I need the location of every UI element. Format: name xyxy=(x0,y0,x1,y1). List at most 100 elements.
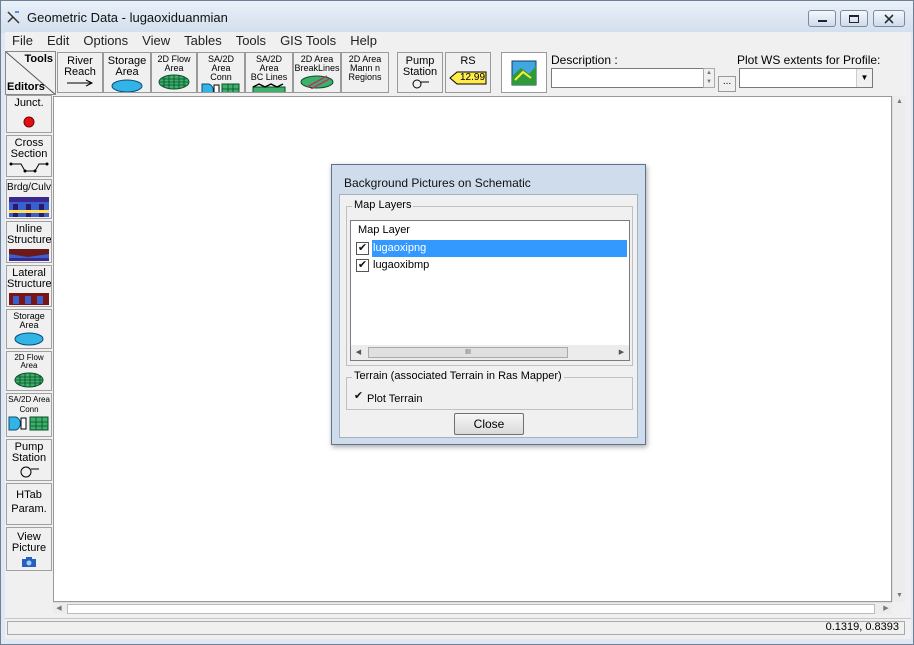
menu-help[interactable]: Help xyxy=(343,32,384,50)
chevron-down-icon[interactable]: ▼ xyxy=(856,69,872,87)
pump-station-button[interactable]: Pump Station xyxy=(397,52,443,93)
bridge-label: Brdg/Culv xyxy=(7,182,51,193)
breaklines-label-2: BreakLines xyxy=(294,63,340,73)
close-button[interactable]: Close xyxy=(454,413,524,435)
menu-file[interactable]: File xyxy=(5,32,40,50)
editor-bridge-culvert-button[interactable]: Brdg/Culv xyxy=(6,179,52,219)
layer-name-lugaoxipng: lugaoxipng xyxy=(372,240,627,257)
scroll-left-icon[interactable]: ◀ xyxy=(53,603,65,615)
storage-area-icon xyxy=(111,79,143,92)
cursor-coordinates: 0.1319, 0.8393 xyxy=(825,621,899,633)
menu-gis-tools[interactable]: GIS Tools xyxy=(273,32,343,50)
lateral-structure-icon xyxy=(9,293,49,305)
storage-area-button[interactable]: Storage Area xyxy=(103,52,151,93)
bridge-culvert-icon xyxy=(9,197,49,217)
pump-label-2: Station xyxy=(402,66,438,78)
pump-icon xyxy=(412,79,429,89)
map-layer-column-header[interactable]: Map Layer xyxy=(351,221,629,239)
sa-2d-area-conn-button[interactable]: SA/2D Area Conn xyxy=(197,52,245,93)
editor-pump-station-button[interactable]: Pump Station xyxy=(6,439,52,481)
menu-options[interactable]: Options xyxy=(76,32,135,50)
description-ellipsis-button[interactable]: ... xyxy=(718,76,736,92)
editor-junction-button[interactable]: Junct. xyxy=(6,95,52,133)
menu-edit[interactable]: Edit xyxy=(40,32,76,50)
schematic-horizontal-scrollbar[interactable]: ◀ ▶ xyxy=(53,602,892,614)
e-pump-icon xyxy=(20,466,39,478)
editor-inline-structure-button[interactable]: Inline Structure xyxy=(6,221,52,263)
2d-flow-area-button[interactable]: 2D Flow Area xyxy=(151,52,197,93)
layer-row-lugaoxibmp[interactable]: ✔ lugaoxibmp xyxy=(351,257,629,274)
editor-sa-2d-conn-button[interactable]: SA/2D Area Conn xyxy=(6,393,52,437)
menu-view[interactable]: View xyxy=(135,32,177,50)
gis-map-button[interactable] xyxy=(501,52,547,93)
e-conn-label-1: SA/2D Area xyxy=(8,395,50,404)
spin-down-icon: ▼ xyxy=(706,79,712,85)
editor-cross-section-button[interactable]: Cross Section xyxy=(6,135,52,177)
scroll-up-icon[interactable]: ▲ xyxy=(893,96,906,108)
schematic-vertical-scrollbar[interactable]: ▲ ▼ xyxy=(892,96,905,602)
view-pic-label-1: View xyxy=(17,531,41,543)
layer-row-lugaoxipng[interactable]: ✔ lugaoxipng xyxy=(351,240,629,257)
title-bar[interactable]: Geometric Data - lugaoxiduanmian xyxy=(1,1,913,33)
minimize-icon xyxy=(817,20,827,22)
spin-up-icon: ▲ xyxy=(706,70,712,76)
rs-button[interactable]: RS 12.99 xyxy=(445,52,491,93)
sa-2d-bc-lines-button[interactable]: SA/2D Area BC Lines xyxy=(245,52,293,93)
e-storage-area-icon xyxy=(14,332,44,346)
description-label: Description : xyxy=(551,53,618,67)
layer-checkbox-lugaoxibmp[interactable]: ✔ xyxy=(356,259,369,272)
description-field[interactable] xyxy=(551,68,713,88)
editor-2d-flow-area-button[interactable]: 2D Flow Area xyxy=(6,351,52,391)
e-sa-2d-conn-icon xyxy=(8,416,49,431)
status-cell xyxy=(7,621,905,635)
layers-scroll-thumb[interactable]: III xyxy=(368,347,568,358)
editor-view-picture-button[interactable]: View Picture xyxy=(6,527,52,571)
plot-ws-profile-select[interactable]: ▼ xyxy=(739,68,873,88)
editor-lateral-structure-button[interactable]: Lateral Structure xyxy=(6,265,52,307)
terrain-group-title: Terrain (associated Terrain in Ras Mappe… xyxy=(352,370,564,382)
reach-arrow-icon xyxy=(67,79,94,87)
editor-htab-param-button[interactable]: HTab Param. xyxy=(6,483,52,525)
breaklines-icon xyxy=(300,75,334,89)
junction-label: Junct. xyxy=(14,97,44,109)
cross-section-icon xyxy=(9,162,49,173)
layers-scroll-left-icon[interactable]: ◀ xyxy=(351,345,366,360)
2d-area-breaklines-button[interactable]: 2D Area BreakLines xyxy=(293,52,341,93)
scroll-right-icon[interactable]: ▶ xyxy=(880,603,892,615)
layers-scroll-right-icon[interactable]: ▶ xyxy=(614,345,629,360)
maximize-button[interactable] xyxy=(840,10,868,27)
sa-2d-conn-icon xyxy=(201,83,240,92)
layer-name-lugaoxibmp: lugaoxibmp xyxy=(373,259,430,271)
editor-storage-area-button[interactable]: Storage Area xyxy=(6,309,52,349)
horizontal-scroll-thumb[interactable] xyxy=(67,604,875,614)
background-pictures-dialog: Background Pictures on Schematic Map Lay… xyxy=(331,164,646,445)
e-pump-label-2: Station xyxy=(11,452,47,464)
map-icon xyxy=(511,60,537,86)
sa-2d-conn-label-2: Conn xyxy=(210,72,232,82)
geometric-data-window: Geometric Data - lugaoxiduanmian File Ed… xyxy=(0,0,914,645)
river-reach-button[interactable]: River Reach xyxy=(57,52,103,93)
river-reach-label-2: Reach xyxy=(64,66,96,78)
inline-structure-icon xyxy=(9,249,49,261)
plot-terrain-checkbox[interactable]: ✔ xyxy=(352,390,365,403)
mann-n-regions-button[interactable]: 2D Area Mann n Regions xyxy=(341,52,389,93)
bc-lines-label-2: BC Lines xyxy=(250,72,288,82)
rs-tag-value: 12.99 xyxy=(460,72,486,83)
camera-icon xyxy=(22,557,36,567)
map-layers-list[interactable]: Map Layer ✔ lugaoxipng ✔ lugaoxibmp ◀ II… xyxy=(350,220,630,361)
htab-label-1: HTab xyxy=(16,489,42,501)
minimize-button[interactable] xyxy=(808,10,836,27)
menu-tools[interactable]: Tools xyxy=(229,32,273,50)
tools-label: Tools xyxy=(24,53,53,65)
menu-bar: File Edit Options View Tables Tools GIS … xyxy=(5,32,911,50)
2d-flow-area-label-2: Area xyxy=(164,63,184,73)
editors-label: Editors xyxy=(7,81,45,93)
2d-flow-area-icon xyxy=(158,74,190,90)
layer-checkbox-lugaoxipng[interactable]: ✔ xyxy=(356,242,369,255)
menu-tables[interactable]: Tables xyxy=(177,32,229,50)
description-spinner[interactable]: ▲ ▼ xyxy=(703,68,715,88)
layers-horizontal-scrollbar[interactable]: ◀ III ▶ xyxy=(351,345,629,360)
scroll-down-icon[interactable]: ▼ xyxy=(893,590,906,602)
hecras-icon xyxy=(7,11,20,24)
close-window-button[interactable] xyxy=(873,10,905,27)
